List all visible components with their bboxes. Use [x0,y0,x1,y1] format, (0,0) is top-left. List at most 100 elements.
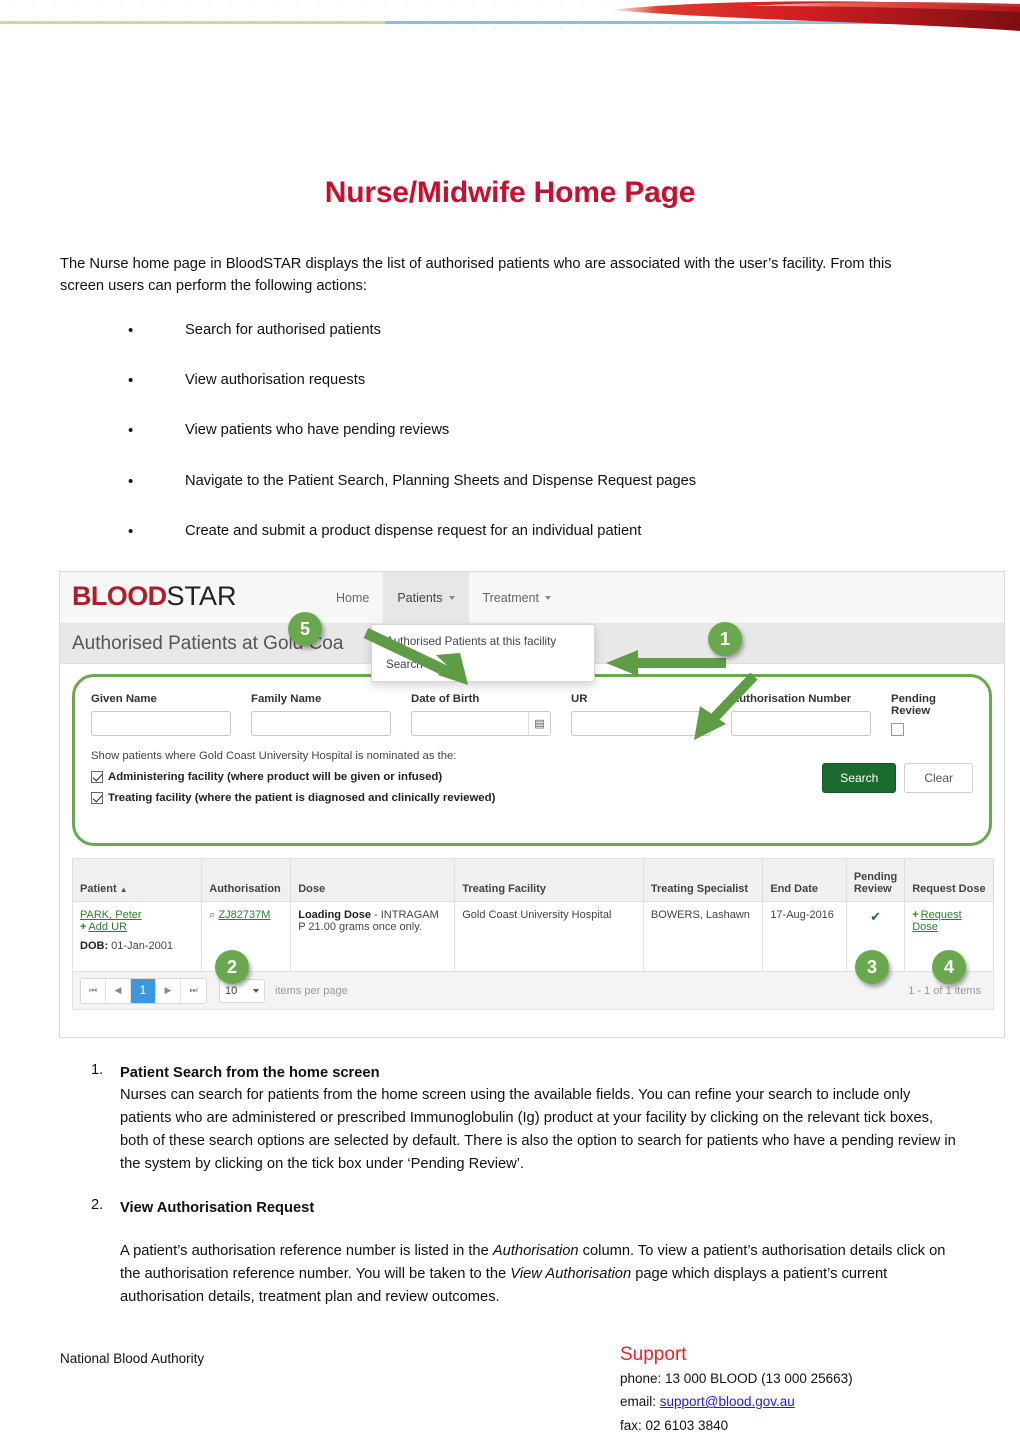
chevron-down-icon [253,988,259,993]
calendar-icon[interactable]: ▤ [528,712,550,736]
page-header-decoration [0,0,1020,36]
pending-review-checkbox[interactable] [891,723,904,737]
search-icon: ⌕ [209,909,216,922]
given-name-label: Given Name [91,693,157,706]
support-phone: phone: 13 000 BLOOD (13 000 25663) [620,1370,853,1386]
annotation-badge-2: 2 [215,950,249,985]
items-per-page-label: items per page [275,984,348,997]
step-heading: View Authorisation Request [120,1200,315,1217]
list-item: View authorisation requests [60,370,960,392]
column-header-treating-specialist[interactable]: Treating Specialist [642,858,764,903]
patient-name-link[interactable]: PARK, Peter [80,909,142,921]
page-size-value: 10 [225,984,238,997]
step-item-2: 2. View Authorisation Request A patient’… [60,1197,960,1308]
step-heading: Patient Search from the home screen [120,1065,380,1082]
column-header-end-date[interactable]: End Date [762,858,847,903]
nav-item-label: Treatment [482,591,540,606]
nav-item-home[interactable]: Home [322,572,383,624]
chevron-down-icon [545,596,552,601]
last-page-button[interactable]: ⏭ [181,978,206,1003]
step-body-part-1: A patient’s authorisation reference numb… [120,1243,493,1260]
dose-type-label: Loading Dose [298,909,371,922]
authorisation-number-link[interactable]: ZJ82737M [218,909,270,921]
support-email-link[interactable]: support@blood.gov.au [660,1394,795,1409]
column-header-request-dose[interactable]: Request Dose [904,858,994,903]
checkmark-icon: ✔ [870,909,881,925]
numbered-steps-list: 1. Patient Search from the home screen N… [60,1062,960,1309]
search-panel-buttons: Search Clear [822,763,973,794]
list-item: Create and submit a product dispense req… [60,521,960,543]
chevron-down-icon [448,596,455,601]
date-of-birth-field-group: Date of Birth ▤ [411,693,551,737]
checkbox-checked-icon [91,771,103,784]
pending-review-field-group: Pending Review [891,693,973,737]
logo-blood-text: BLOOD [72,581,167,612]
table-header: Patient ▲ Authorisation Dose Treating Fac… [71,858,994,903]
search-panel-wrapper: Given Name Family Name Date of Birth ▤ U… [60,664,1004,851]
annotation-badge-5: 5 [288,612,322,647]
cell-dose: Loading Dose - INTRAGAM P 21.00 grams on… [290,901,456,973]
sort-ascending-icon: ▲ [119,885,128,895]
first-page-button[interactable]: ⏮ [81,978,106,1003]
nav-item-label: Home [336,591,370,606]
date-of-birth-label: Date of Birth [411,693,480,706]
action-bullet-list: Search for authorised patients View auth… [60,320,960,543]
administering-facility-label: Administering facility (where product wi… [108,771,443,784]
dob-value: 01-Jan-2001 [111,940,173,953]
page-title: Nurse/Midwife Home Page [324,176,696,209]
support-email-line: email: support@blood.gov.au [620,1391,853,1412]
header-swoosh-graphic [600,0,1020,32]
list-item: Search for authorised patients [60,320,960,342]
patient-dob: DOB: 01-Jan-2001 [80,940,194,952]
logo-star-text: STAR [166,581,237,612]
table-pagination: ⏮ ◀ 1 ▶ ⏭ 10 items per page 1 - 1 of 1 i… [72,972,994,1011]
column-header-authorisation[interactable]: Authorisation [201,858,292,903]
bloodstar-logo: BLOODSTAR [72,581,237,612]
document-body: Nurse/Midwife Home Page The Nurse home p… [0,176,1020,1309]
step-number: 1. [91,1062,104,1079]
step-body: A patient’s authorisation reference numb… [120,1240,960,1308]
annotation-badge-3: 3 [855,950,889,985]
cell-treating-facility: Gold Coast University Hospital [454,901,644,973]
step-body-emphasis-2: View Authorisation [510,1266,632,1283]
step-item-1: 1. Patient Search from the home screen N… [60,1062,960,1175]
previous-page-button[interactable]: ◀ [106,978,131,1003]
pending-review-label: Pending Review [891,693,936,718]
step-body-emphasis-1: Authorisation [492,1243,579,1260]
column-header-treating-facility[interactable]: Treating Facility [454,858,644,903]
next-page-button[interactable]: ▶ [156,978,181,1003]
given-name-input[interactable] [91,711,231,737]
annotation-arrow-5 [363,628,468,686]
request-dose-link[interactable]: Request Dose [912,909,961,933]
header-rule-green-segment [0,21,385,24]
list-item: View patients who have pending reviews [60,420,960,442]
search-button[interactable]: Search [822,763,897,794]
nav-item-patients[interactable]: Patients [383,572,469,625]
intro-paragraph: The Nurse home page in BloodSTAR display… [60,256,892,295]
page-number-button-1[interactable]: 1 [131,978,156,1003]
checkbox-checked-icon [91,792,103,805]
treating-facility-option[interactable]: Treating facility (where the patient is … [91,792,973,805]
family-name-field-group: Family Name [251,693,391,737]
app-navbar: BLOODSTAR Home Patients Treatment [60,572,1004,625]
column-header-patient[interactable]: Patient ▲ [71,858,203,903]
support-fax: fax: 02 6103 3840 [620,1417,729,1433]
add-ur-row: + Add UR [80,921,194,933]
facility-filter-description: Show patients where Gold Coast Universit… [91,750,457,763]
dob-label: DOB: [80,940,109,953]
embedded-app-screenshot: BLOODSTAR Home Patients Treatment Author… [59,571,1005,1039]
annotation-arrow-1-down [694,672,758,741]
plus-icon: + [80,921,87,934]
annotation-badge-1: 1 [708,622,742,657]
clear-button[interactable]: Clear [904,763,973,794]
nav-item-treatment[interactable]: Treatment [469,572,566,624]
column-header-dose[interactable]: Dose [290,858,456,903]
authorised-patients-table: Patient ▲ Authorisation Dose Treating Fac… [71,858,994,973]
add-ur-link[interactable]: Add UR [88,921,127,933]
column-label: Patient [80,883,117,896]
treating-facility-label: Treating facility (where the patient is … [108,792,496,805]
family-name-input[interactable] [251,711,391,737]
navbar-menu: Home Patients Treatment [322,572,566,625]
column-header-pending-review[interactable]: Pending Review [845,858,906,903]
table-header-row: Patient ▲ Authorisation Dose Treating Fac… [71,858,994,903]
